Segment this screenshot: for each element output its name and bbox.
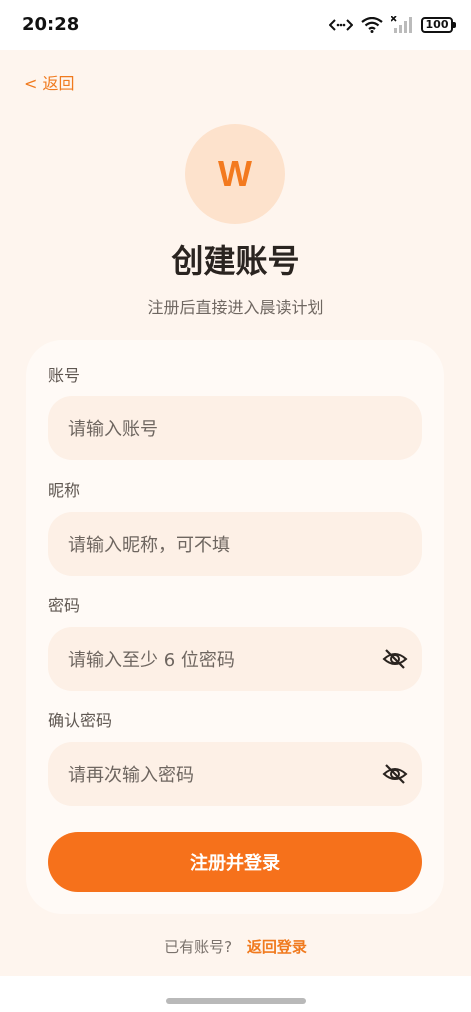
- register-form-card: 账号 请输入账号 昵称 请输入昵称，可不填 密码 请输入至少 6 位密码 确认密…: [26, 340, 444, 914]
- eye-off-icon[interactable]: [382, 646, 408, 672]
- password-input[interactable]: 请输入至少 6 位密码: [48, 627, 422, 691]
- footer-prompt: 已有账号?: [164, 938, 233, 956]
- nickname-label: 昵称: [48, 481, 81, 500]
- logo-letter: W: [218, 153, 252, 194]
- nickname-placeholder: 请输入昵称，可不填: [68, 535, 230, 556]
- back-link[interactable]: < 返回: [24, 70, 75, 94]
- app-logo: W: [185, 124, 285, 224]
- signal-dots-icon: [329, 17, 353, 33]
- password-label: 密码: [48, 596, 81, 615]
- status-bar: 20:28 100: [0, 0, 471, 50]
- nickname-input[interactable]: 请输入昵称，可不填: [48, 512, 422, 576]
- confirm-password-placeholder: 请再次输入密码: [68, 765, 194, 786]
- cellular-icon: [391, 16, 413, 34]
- account-label: 账号: [48, 366, 81, 385]
- system-nav-area: [0, 976, 471, 1012]
- page-title: 创建账号: [171, 242, 300, 280]
- battery-icon: 100: [421, 17, 456, 33]
- page-subtitle: 注册后直接进入晨读计划: [147, 298, 324, 317]
- status-time: 20:28: [22, 14, 80, 35]
- account-placeholder: 请输入账号: [68, 419, 158, 440]
- confirm-password-input[interactable]: 请再次输入密码: [48, 742, 422, 806]
- account-input[interactable]: 请输入账号: [48, 396, 422, 460]
- back-to-login-link[interactable]: 返回登录: [247, 938, 307, 956]
- eye-off-icon[interactable]: [382, 761, 408, 787]
- footer-line: 已有账号? 返回登录: [0, 936, 471, 957]
- register-login-button[interactable]: 注册并登录: [48, 832, 422, 892]
- wifi-icon: [361, 17, 383, 33]
- status-icons: 100: [329, 14, 456, 36]
- confirm-password-label: 确认密码: [48, 711, 113, 730]
- home-indicator[interactable]: [166, 998, 306, 1004]
- password-placeholder: 请输入至少 6 位密码: [68, 650, 235, 671]
